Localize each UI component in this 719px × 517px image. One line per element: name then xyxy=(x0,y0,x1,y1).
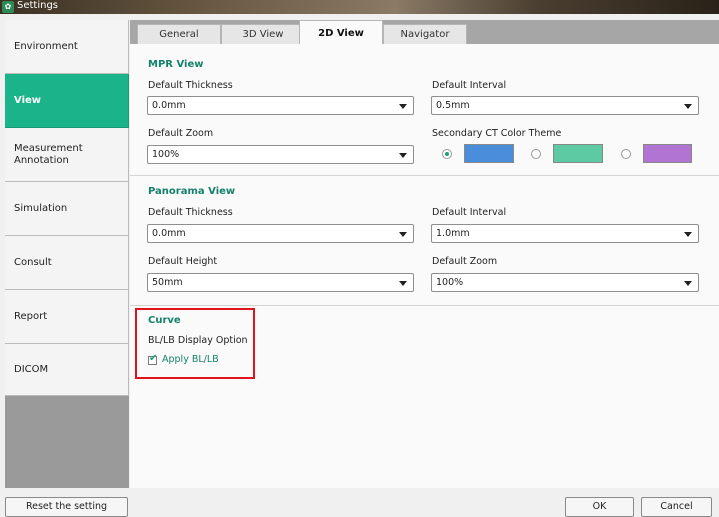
mpr-thickness-select[interactable]: 0.0mm xyxy=(147,96,414,115)
tab-bar: General 3D View 2D View Navigator xyxy=(130,20,719,44)
tab-label: General xyxy=(159,29,199,40)
sidebar-item-simulation[interactable]: Simulation xyxy=(5,182,129,236)
sidebar-item-measurement-annotation[interactable]: Measurement Annotation xyxy=(5,128,129,182)
tab-label: 2D View xyxy=(318,28,364,39)
sidebar-item-label: Measurement Annotation xyxy=(14,142,83,166)
pano-interval-select[interactable]: 1.0mm xyxy=(431,224,699,243)
select-value: 100% xyxy=(152,149,180,160)
settings-panel: General 3D View 2D View Navigator MPR Vi… xyxy=(130,20,719,488)
sidebar-item-report[interactable]: Report xyxy=(5,290,129,344)
chevron-down-icon xyxy=(399,281,407,286)
tab-label: 3D View xyxy=(242,29,284,40)
sidebar-item-view[interactable]: View xyxy=(5,74,129,128)
select-value: 0.0mm xyxy=(152,100,186,111)
chevron-down-icon xyxy=(399,104,407,109)
select-value: 0.0mm xyxy=(152,228,186,239)
dialog-footer: Reset the setting OK Cancel xyxy=(0,488,719,517)
select-value: 1.0mm xyxy=(436,228,470,239)
select-value: 50mm xyxy=(152,277,183,288)
tab-content: MPR View Default Thickness 0.0mm Default… xyxy=(130,44,719,488)
sidebar-item-label: Environment xyxy=(14,41,78,52)
tab-2d-view[interactable]: 2D View xyxy=(299,20,383,44)
select-value: 0.5mm xyxy=(436,100,470,111)
color-swatch-green[interactable] xyxy=(553,144,603,163)
sidebar-item-environment[interactable]: Environment xyxy=(5,20,129,74)
tab-3d-view[interactable]: 3D View xyxy=(221,24,305,44)
section-divider xyxy=(130,175,719,176)
select-value: 100% xyxy=(436,277,464,288)
color-theme-label: Secondary CT Color Theme xyxy=(432,128,562,139)
cancel-button[interactable]: Cancel xyxy=(641,497,712,517)
pano-height-select[interactable]: 50mm xyxy=(147,273,414,292)
sidebar-item-label: Consult xyxy=(14,257,52,268)
color-swatch-blue[interactable] xyxy=(464,144,514,163)
window-title: Settings xyxy=(17,0,59,11)
sidebar-item-consult[interactable]: Consult xyxy=(5,236,129,290)
color-theme-radio-blue[interactable] xyxy=(442,149,452,159)
mpr-interval-select[interactable]: 0.5mm xyxy=(431,96,699,115)
sidebar-item-label: View xyxy=(14,95,42,106)
tab-general[interactable]: General xyxy=(137,24,221,44)
reset-setting-button[interactable]: Reset the setting xyxy=(5,497,128,517)
pano-height-label: Default Height xyxy=(148,256,218,267)
color-theme-radio-green[interactable] xyxy=(531,149,541,159)
mpr-zoom-select[interactable]: 100% xyxy=(147,145,414,164)
ok-button[interactable]: OK xyxy=(565,497,634,517)
sidebar-item-label: DICOM xyxy=(14,364,49,375)
tab-navigator[interactable]: Navigator xyxy=(383,24,467,44)
sidebar-item-dicom[interactable]: DICOM xyxy=(5,344,129,396)
app-icon: ✿ xyxy=(2,1,14,13)
sidebar: Environment View Measurement Annotation … xyxy=(5,20,129,488)
sidebar-item-label: Simulation xyxy=(14,203,68,214)
pano-interval-label: Default Interval xyxy=(432,207,507,218)
mpr-thickness-label: Default Thickness xyxy=(148,80,233,91)
highlight-annotation xyxy=(135,308,255,379)
pano-zoom-select[interactable]: 100% xyxy=(431,273,699,292)
mpr-interval-label: Default Interval xyxy=(432,80,507,91)
pano-thickness-label: Default Thickness xyxy=(148,207,233,218)
mpr-view-title: MPR View xyxy=(148,59,204,70)
tab-label: Navigator xyxy=(400,29,450,40)
chevron-down-icon xyxy=(684,281,692,286)
sidebar-item-label: Report xyxy=(14,311,48,322)
chevron-down-icon xyxy=(684,104,692,109)
pano-thickness-select[interactable]: 0.0mm xyxy=(147,224,414,243)
chevron-down-icon xyxy=(399,232,407,237)
pano-zoom-label: Default Zoom xyxy=(432,256,498,267)
chevron-down-icon xyxy=(684,232,692,237)
section-divider xyxy=(130,305,719,306)
panorama-view-title: Panorama View xyxy=(148,186,236,197)
mpr-zoom-label: Default Zoom xyxy=(148,128,214,139)
color-swatch-purple[interactable] xyxy=(643,144,692,163)
color-theme-radio-purple[interactable] xyxy=(621,149,631,159)
chevron-down-icon xyxy=(399,153,407,158)
title-bar: ✿ Settings xyxy=(0,0,719,14)
